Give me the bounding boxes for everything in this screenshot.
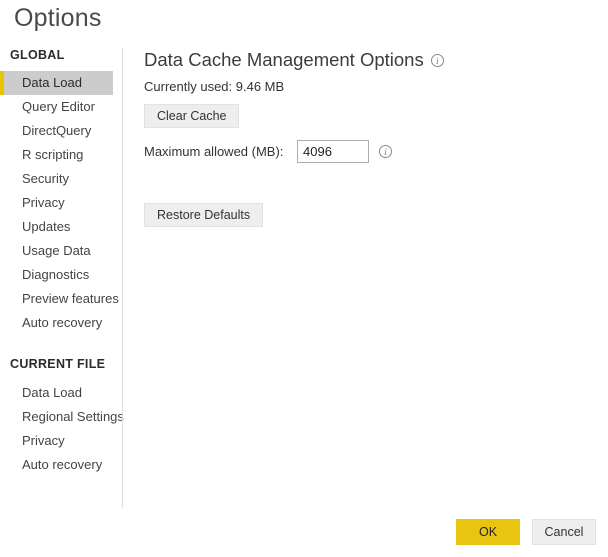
ok-button[interactable]: OK: [456, 519, 520, 545]
sidebar-item-security[interactable]: Security: [0, 167, 122, 191]
cancel-button[interactable]: Cancel: [532, 519, 596, 545]
sidebar-item-label: Diagnostics: [22, 267, 90, 282]
sidebar-item-label: Updates: [22, 219, 71, 234]
sidebar-item-privacy[interactable]: Privacy: [0, 191, 122, 215]
info-icon[interactable]: i: [430, 53, 444, 67]
sidebar-item-label: R scripting: [22, 147, 84, 162]
sidebar-content-divider: [122, 48, 123, 508]
sidebar-item-current-auto-recovery[interactable]: Auto recovery: [0, 453, 122, 477]
sidebar-item-label: DirectQuery: [22, 123, 92, 138]
options-sidebar: GLOBAL Data Load Query Editor DirectQuer…: [0, 48, 124, 508]
dialog-footer: OK Cancel: [456, 519, 596, 545]
clear-cache-button[interactable]: Clear Cache: [144, 104, 240, 128]
currently-used-text: Currently used: 9.46 MB: [144, 79, 285, 94]
sidebar-item-label: Data Load: [22, 385, 82, 400]
sidebar-item-label: Auto recovery: [22, 315, 103, 330]
maximum-allowed-input[interactable]: [297, 140, 369, 163]
section-heading-label: Data Cache Management Options: [144, 49, 424, 70]
sidebar-item-directquery[interactable]: DirectQuery: [0, 119, 122, 143]
sidebar-item-data-load[interactable]: Data Load: [0, 71, 113, 95]
sidebar-item-label: Privacy: [22, 433, 65, 448]
sidebar-item-query-editor[interactable]: Query Editor: [0, 95, 122, 119]
section-heading: Data Cache Management Options i: [144, 48, 600, 72]
sidebar-section-title-current-file: CURRENT FILE: [10, 357, 106, 371]
options-content-pane: Data Cache Management Options i Currentl…: [144, 48, 600, 227]
sidebar-item-label: Usage Data: [22, 243, 91, 258]
sidebar-item-diagnostics[interactable]: Diagnostics: [0, 263, 122, 287]
maximum-allowed-row: Maximum allowed (MB): i: [144, 140, 600, 163]
sidebar-item-label: Query Editor: [22, 99, 95, 114]
sidebar-group-global: GLOBAL Data Load Query Editor DirectQuer…: [0, 48, 122, 335]
sidebar-item-label: Preview features: [22, 291, 119, 306]
sidebar-item-label: Security: [22, 171, 69, 186]
sidebar-item-regional-settings[interactable]: Regional Settings: [0, 405, 124, 429]
page-title: Options: [14, 4, 102, 32]
sidebar-group-current-file: CURRENT FILE Data Load Regional Settings…: [0, 357, 124, 477]
sidebar-item-r-scripting[interactable]: R scripting: [0, 143, 122, 167]
maximum-allowed-label: Maximum allowed (MB):: [144, 144, 284, 159]
info-icon[interactable]: i: [379, 145, 392, 158]
sidebar-item-usage-data[interactable]: Usage Data: [0, 239, 122, 263]
selection-accent-bar: [0, 71, 4, 95]
sidebar-item-preview-features[interactable]: Preview features: [0, 287, 122, 311]
sidebar-item-current-privacy[interactable]: Privacy: [0, 429, 122, 453]
sidebar-item-auto-recovery[interactable]: Auto recovery: [0, 311, 122, 335]
sidebar-item-label: Auto recovery: [22, 457, 103, 472]
restore-defaults-button[interactable]: Restore Defaults: [144, 203, 264, 227]
sidebar-item-updates[interactable]: Updates: [0, 215, 122, 239]
sidebar-item-label: Regional Settings: [22, 409, 124, 424]
sidebar-item-current-data-load[interactable]: Data Load: [0, 381, 122, 405]
sidebar-item-label: Data Load: [22, 75, 82, 90]
sidebar-item-label: Privacy: [22, 195, 65, 210]
sidebar-section-title-global: GLOBAL: [10, 48, 65, 62]
